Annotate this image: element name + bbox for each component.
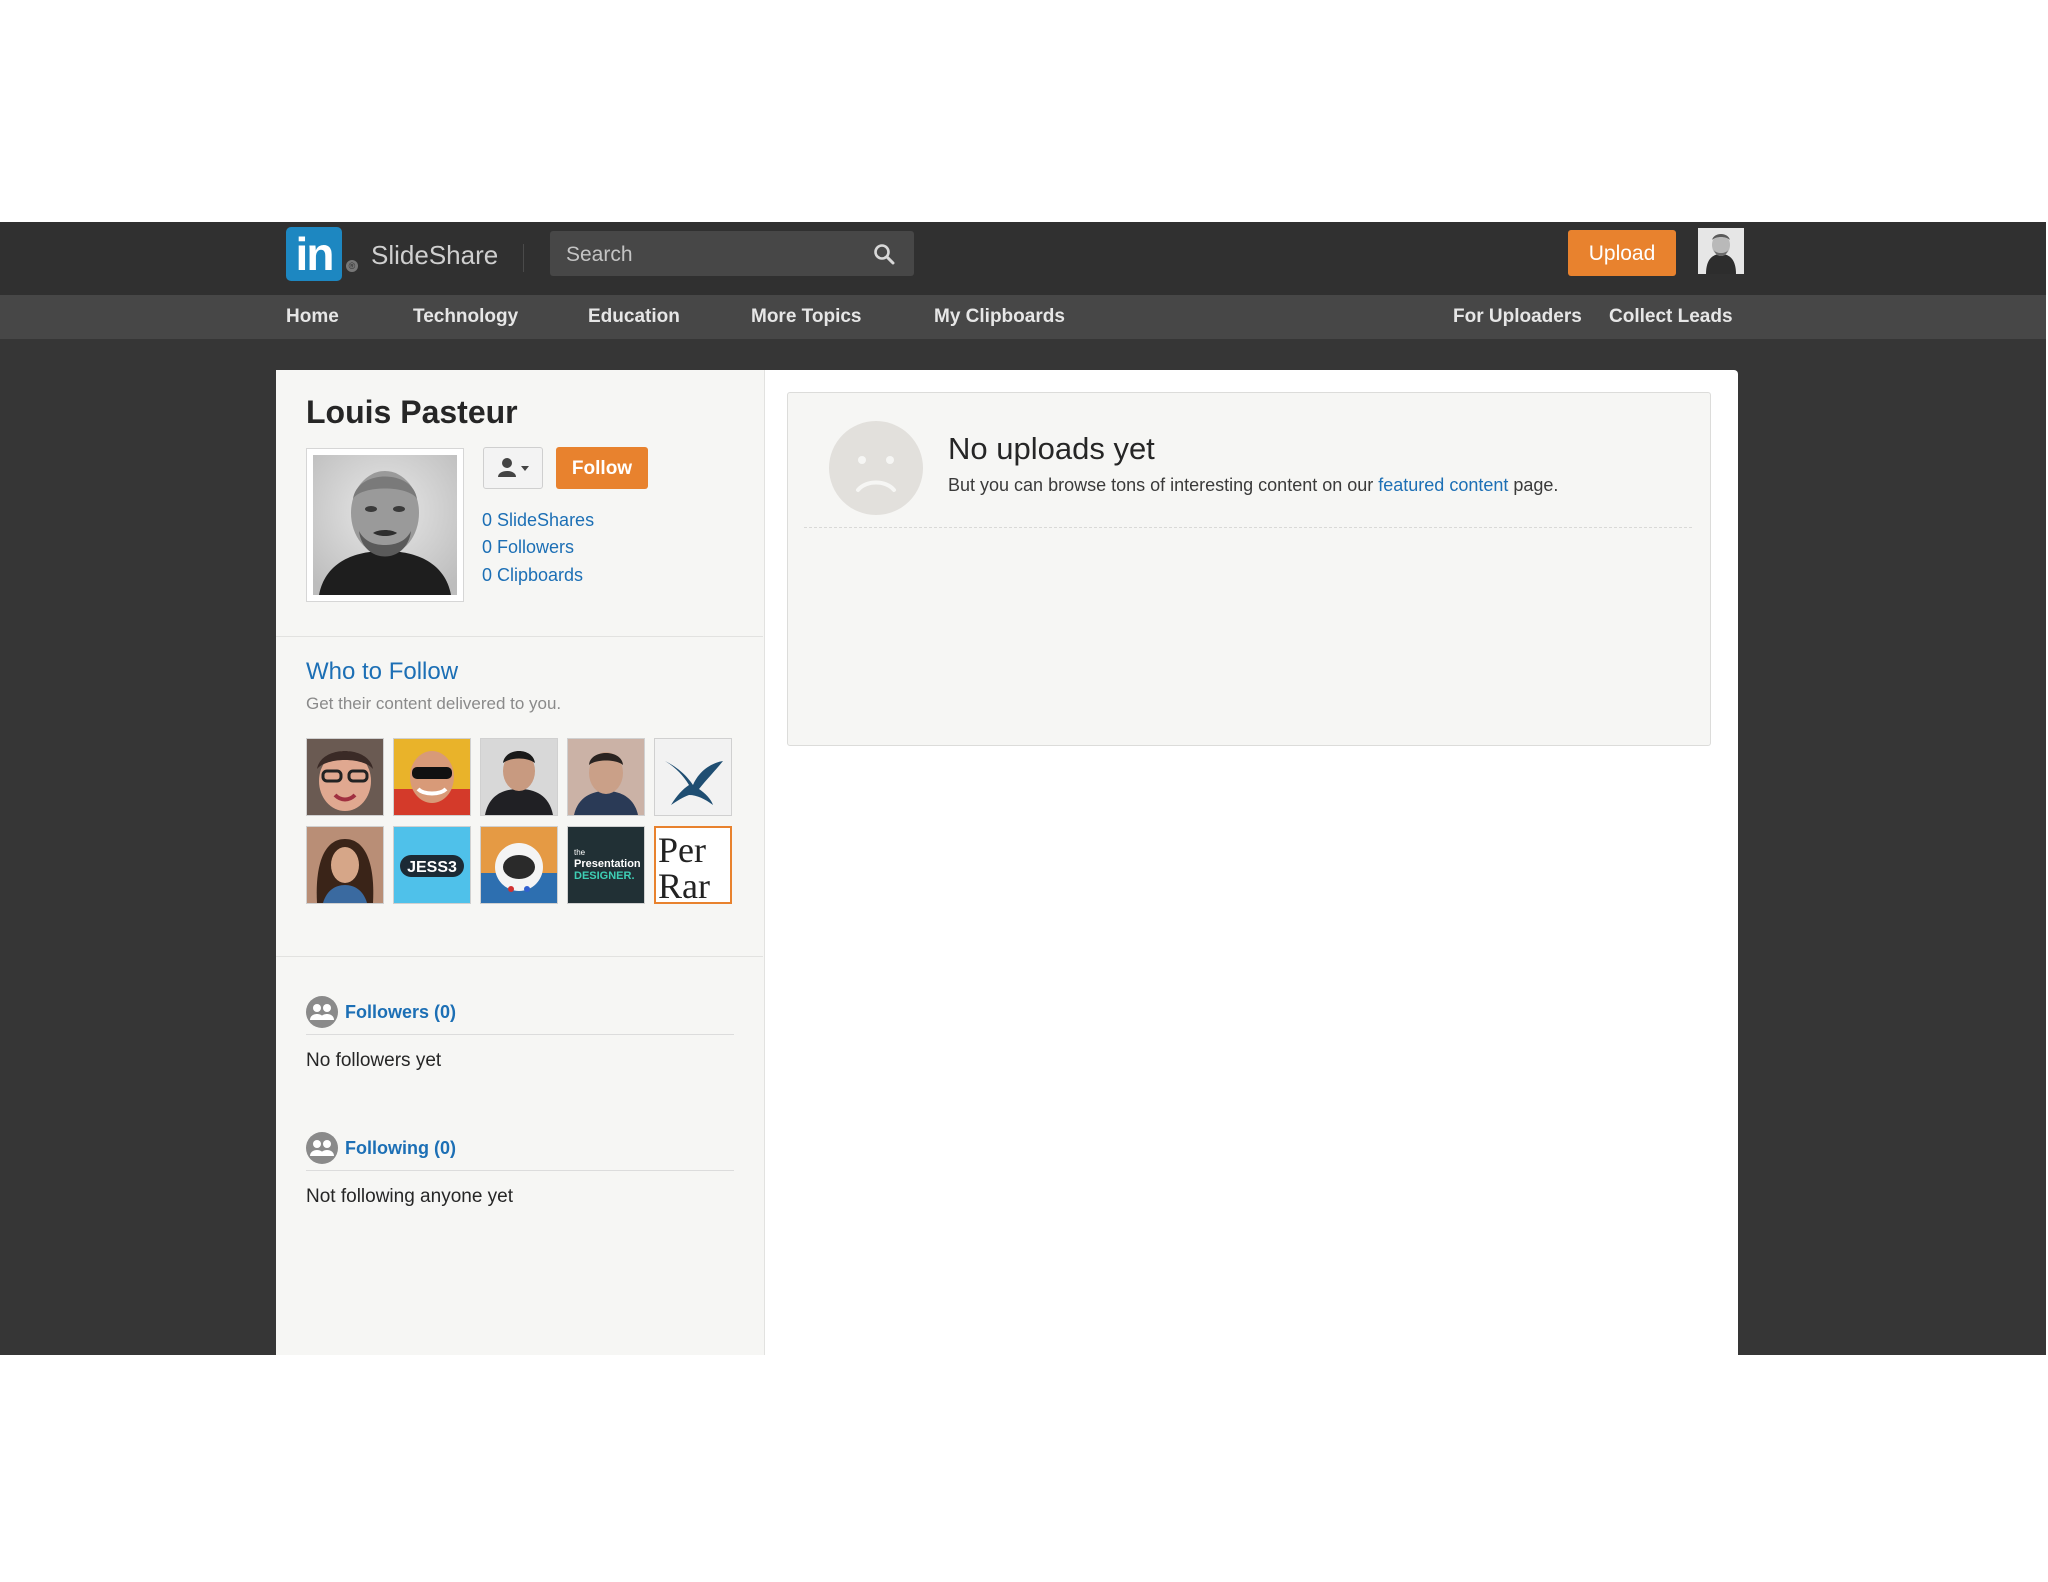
sidebar-divider bbox=[276, 956, 763, 957]
no-uploads-text-before: But you can browse tons of interesting c… bbox=[948, 475, 1379, 495]
search-box bbox=[550, 231, 914, 278]
stat-followers[interactable]: 0 Followers bbox=[482, 537, 574, 558]
suggested-user-image bbox=[568, 739, 644, 815]
svg-text:the: the bbox=[574, 848, 586, 857]
no-uploads-title: No uploads yet bbox=[948, 431, 1155, 466]
search-icon[interactable] bbox=[872, 242, 896, 266]
profile-portrait bbox=[313, 455, 457, 595]
suggested-user-avatar[interactable] bbox=[567, 738, 645, 816]
suggested-user-avatar[interactable]: Per Rar bbox=[654, 826, 732, 904]
user-avatar-image bbox=[1698, 228, 1744, 274]
svg-text:Presentation: Presentation bbox=[574, 858, 641, 870]
main-nav: Home Technology Education More Topics My… bbox=[0, 295, 2046, 339]
following-heading[interactable]: Following (0) bbox=[345, 1138, 456, 1159]
uploads-divider bbox=[804, 527, 1692, 528]
suggested-user-image bbox=[307, 827, 383, 903]
astronaut-image bbox=[481, 827, 557, 903]
followers-heading[interactable]: Followers (0) bbox=[345, 1002, 456, 1023]
suggested-user-avatar[interactable]: JESS3 bbox=[393, 826, 471, 904]
nav-technology[interactable]: Technology bbox=[413, 295, 518, 339]
suggested-user-avatar[interactable] bbox=[306, 738, 384, 816]
profile-name: Louis Pasteur bbox=[306, 394, 518, 430]
stat-clipboards[interactable]: 0 Clipboards bbox=[482, 565, 583, 586]
stat-slideshares[interactable]: 0 SlideShares bbox=[482, 510, 594, 531]
svg-text:DESIGNER.: DESIGNER. bbox=[574, 870, 635, 882]
jess3-logo: JESS3 bbox=[394, 827, 470, 903]
nav-for-uploaders[interactable]: For Uploaders bbox=[1453, 295, 1582, 339]
who-to-follow-title[interactable]: Who to Follow bbox=[306, 658, 458, 686]
no-uploads-text-after: page. bbox=[1508, 475, 1559, 495]
contact-menu-button[interactable] bbox=[483, 447, 543, 489]
user-avatar[interactable] bbox=[1698, 228, 1744, 274]
registered-mark: ® bbox=[346, 260, 358, 272]
suggested-user-avatar[interactable] bbox=[480, 738, 558, 816]
suggested-user-avatar[interactable]: the Presentation DESIGNER. bbox=[567, 826, 645, 904]
suggested-user-image bbox=[307, 739, 383, 815]
suggested-user-avatar[interactable] bbox=[393, 738, 471, 816]
nav-education[interactable]: Education bbox=[588, 295, 680, 339]
followers-icon bbox=[306, 996, 338, 1028]
svg-text:Rar: Rar bbox=[658, 866, 710, 902]
nav-home[interactable]: Home bbox=[286, 295, 339, 339]
sad-face-icon bbox=[829, 421, 923, 515]
suggested-user-image bbox=[394, 739, 470, 815]
follow-button[interactable]: Follow bbox=[556, 447, 648, 489]
profile-photo[interactable] bbox=[306, 448, 464, 602]
presentation-designer-logo: the Presentation DESIGNER. bbox=[568, 827, 644, 903]
slideshare-app: in ® SlideShare Upload Home Technolog bbox=[0, 222, 2046, 1355]
who-to-follow-subtitle: Get their content delivered to you. bbox=[306, 694, 562, 713]
per-rar-logo: Per Rar bbox=[656, 828, 730, 902]
suggested-user-avatar[interactable] bbox=[306, 826, 384, 904]
top-bar: in ® SlideShare Upload bbox=[0, 222, 2046, 295]
featured-content-link[interactable]: featured content bbox=[1378, 475, 1508, 495]
nav-collect-leads[interactable]: Collect Leads bbox=[1609, 295, 1733, 339]
no-uploads-text: But you can browse tons of interesting c… bbox=[948, 475, 1558, 496]
nav-my-clipboards[interactable]: My Clipboards bbox=[934, 295, 1065, 339]
jess3-logo-text: JESS3 bbox=[407, 859, 457, 876]
linkedin-in-logo: in bbox=[286, 227, 342, 281]
slideshare-logo-text[interactable]: SlideShare bbox=[371, 238, 498, 272]
following-icon bbox=[306, 1132, 338, 1164]
bird-logo-icon bbox=[655, 739, 731, 815]
nav-more-topics[interactable]: More Topics bbox=[751, 295, 862, 339]
profile-page: Louis Pasteur Follow 0 SlideShares 0 Fol… bbox=[276, 370, 1738, 1355]
person-dropdown-icon bbox=[498, 457, 529, 477]
uploads-panel: No uploads yet But you can browse tons o… bbox=[787, 392, 1711, 746]
followers-rule bbox=[306, 1034, 734, 1035]
upload-button[interactable]: Upload bbox=[1568, 230, 1676, 276]
profile-sidebar: Louis Pasteur Follow 0 SlideShares 0 Fol… bbox=[276, 370, 765, 1355]
followers-empty-text: No followers yet bbox=[306, 1050, 442, 1071]
suggested-user-avatar[interactable] bbox=[480, 826, 558, 904]
sidebar-divider bbox=[276, 636, 763, 637]
logo-divider bbox=[523, 244, 524, 272]
following-rule bbox=[306, 1170, 734, 1171]
suggested-user-avatar[interactable] bbox=[654, 738, 732, 816]
suggested-user-image bbox=[481, 739, 557, 815]
search-input[interactable] bbox=[564, 231, 868, 278]
svg-text:Per: Per bbox=[658, 830, 706, 870]
following-empty-text: Not following anyone yet bbox=[306, 1186, 514, 1207]
